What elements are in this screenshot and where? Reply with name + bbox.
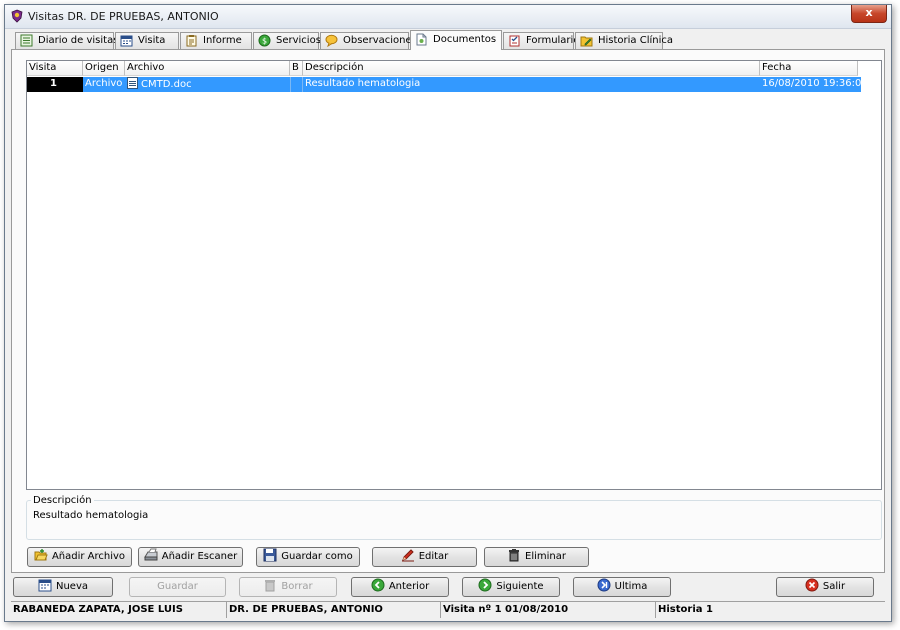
cell-archivo-name: CMTD.doc — [141, 79, 192, 90]
next-label: Siguiente — [496, 581, 544, 592]
coin-icon: $ — [258, 34, 271, 47]
last-record-icon — [597, 578, 611, 592]
edit-label: Editar — [418, 551, 449, 562]
cell-b — [290, 77, 303, 92]
save-as-label: Guardar como — [281, 551, 353, 562]
tab-documentos[interactable]: Documentos — [410, 30, 502, 50]
last-label: Ultima — [614, 581, 648, 592]
documents-grid[interactable]: Visita Origen Archivo B Descripción Fech… — [26, 60, 882, 490]
add-file-button[interactable]: Añadir Archivo — [27, 547, 132, 567]
delete-button[interactable]: Eliminar — [484, 547, 589, 567]
tab-bar: Diario de visitas Visita Informe $ Servi… — [11, 30, 891, 50]
tab-diario-de-visitas[interactable]: Diario de visitas — [15, 32, 118, 49]
status-patient: RABANEDA ZAPATA, JOSE LUIS — [11, 602, 227, 618]
document-icon — [416, 33, 427, 46]
column-header-b[interactable]: B — [290, 61, 303, 76]
status-doctor: DR. DE PRUEBAS, ANTONIO — [227, 602, 441, 618]
table-row[interactable]: 1 Archivo CMTD.doc Resultado hematologia… — [27, 77, 861, 92]
description-groupbox: Descripción Resultado hematologia — [26, 495, 882, 540]
title-bar[interactable]: Visitas DR. DE PRUEBAS, ANTONIO x — [5, 5, 891, 29]
arrow-left-icon — [371, 578, 385, 592]
delete-label: Eliminar — [525, 551, 566, 562]
save-as-button[interactable]: Guardar como — [256, 547, 360, 567]
erase-button[interactable]: Borrar — [239, 577, 337, 597]
arrow-right-icon — [478, 578, 492, 592]
pencil-icon — [401, 549, 414, 562]
column-header-archivo[interactable]: Archivo — [125, 61, 290, 76]
save-button[interactable]: Guardar — [129, 577, 226, 597]
save-label: Guardar — [157, 581, 198, 592]
cell-archivo: CMTD.doc — [125, 77, 290, 92]
folder-pencil-icon — [580, 36, 593, 47]
visitas-window: Visitas DR. DE PRUEBAS, ANTONIO x Diario… — [4, 4, 892, 622]
add-file-label: Añadir Archivo — [51, 551, 126, 562]
tab-label: Documentos — [433, 34, 497, 45]
new-label: Nueva — [55, 581, 89, 592]
tab-label: Observaciones — [343, 35, 417, 46]
tab-label: Servicios — [276, 35, 321, 46]
speech-bubble-icon — [325, 34, 338, 47]
cell-fecha: 16/08/2010 19:36:02 — [762, 78, 861, 89]
tab-label: Informe — [203, 35, 242, 46]
column-header-origen[interactable]: Origen — [83, 61, 125, 76]
close-button[interactable]: x — [851, 5, 887, 23]
new-button[interactable]: Nueva — [13, 577, 113, 597]
description-legend: Descripción — [31, 495, 94, 506]
erase-label: Borrar — [281, 581, 313, 592]
close-icon: x — [865, 6, 873, 19]
clipboard-icon — [186, 35, 197, 47]
calendar-icon — [120, 35, 133, 47]
list-icon — [20, 34, 33, 47]
trash-icon — [509, 549, 519, 562]
description-value: Resultado hematologia — [33, 510, 149, 521]
exit-button[interactable]: Salir — [776, 577, 874, 597]
previous-button[interactable]: Anterior — [351, 577, 449, 597]
tab-servicios[interactable]: $ Servicios — [253, 32, 321, 49]
tab-label: Diario de visitas — [38, 35, 119, 46]
last-button[interactable]: Ultima — [573, 577, 671, 597]
add-scanner-label: Añadir Escaner — [161, 551, 238, 562]
floppy-disk-icon — [263, 548, 277, 562]
exit-icon — [805, 578, 819, 592]
cell-visita: 1 — [27, 77, 83, 92]
calendar-icon — [38, 579, 52, 592]
edit-button[interactable]: Editar — [372, 547, 477, 567]
form-icon — [509, 35, 520, 47]
exit-label: Salir — [822, 581, 846, 592]
word-document-icon — [127, 77, 138, 89]
open-folder-icon — [34, 549, 48, 561]
tab-informe[interactable]: Informe — [180, 32, 252, 49]
app-logo-icon — [11, 9, 23, 23]
add-scanner-button[interactable]: Añadir Escaner — [138, 547, 243, 567]
tab-observaciones[interactable]: Observaciones — [320, 32, 417, 49]
scanner-icon — [143, 548, 158, 561]
previous-label: Anterior — [388, 581, 430, 592]
status-history: Historia 1 — [658, 604, 713, 615]
tab-historia-clinica[interactable]: Historia Clínica — [575, 32, 673, 49]
column-header-fecha[interactable]: Fecha — [760, 61, 858, 76]
tab-visita[interactable]: Visita — [115, 32, 179, 49]
cell-origen: Archivo — [85, 78, 123, 89]
window-title: Visitas DR. DE PRUEBAS, ANTONIO — [28, 10, 219, 23]
tab-label: Historia Clínica — [598, 35, 674, 46]
tab-label: Visita — [138, 35, 166, 46]
column-header-descripcion[interactable]: Descripción — [303, 61, 760, 76]
trash-icon — [265, 580, 276, 592]
documentos-panel: Visita Origen Archivo B Descripción Fech… — [11, 49, 885, 573]
status-visit: Visita nº 1 01/08/2010 — [441, 602, 656, 618]
column-header-visita[interactable]: Visita — [27, 61, 83, 76]
status-bar: RABANEDA ZAPATA, JOSE LUIS DR. DE PRUEBA… — [11, 601, 885, 618]
cell-descripcion: Resultado hematologia — [305, 78, 421, 89]
tab-formularios[interactable]: Formularios — [503, 32, 585, 49]
next-button[interactable]: Siguiente — [462, 577, 560, 597]
svg-text:$: $ — [262, 37, 267, 46]
